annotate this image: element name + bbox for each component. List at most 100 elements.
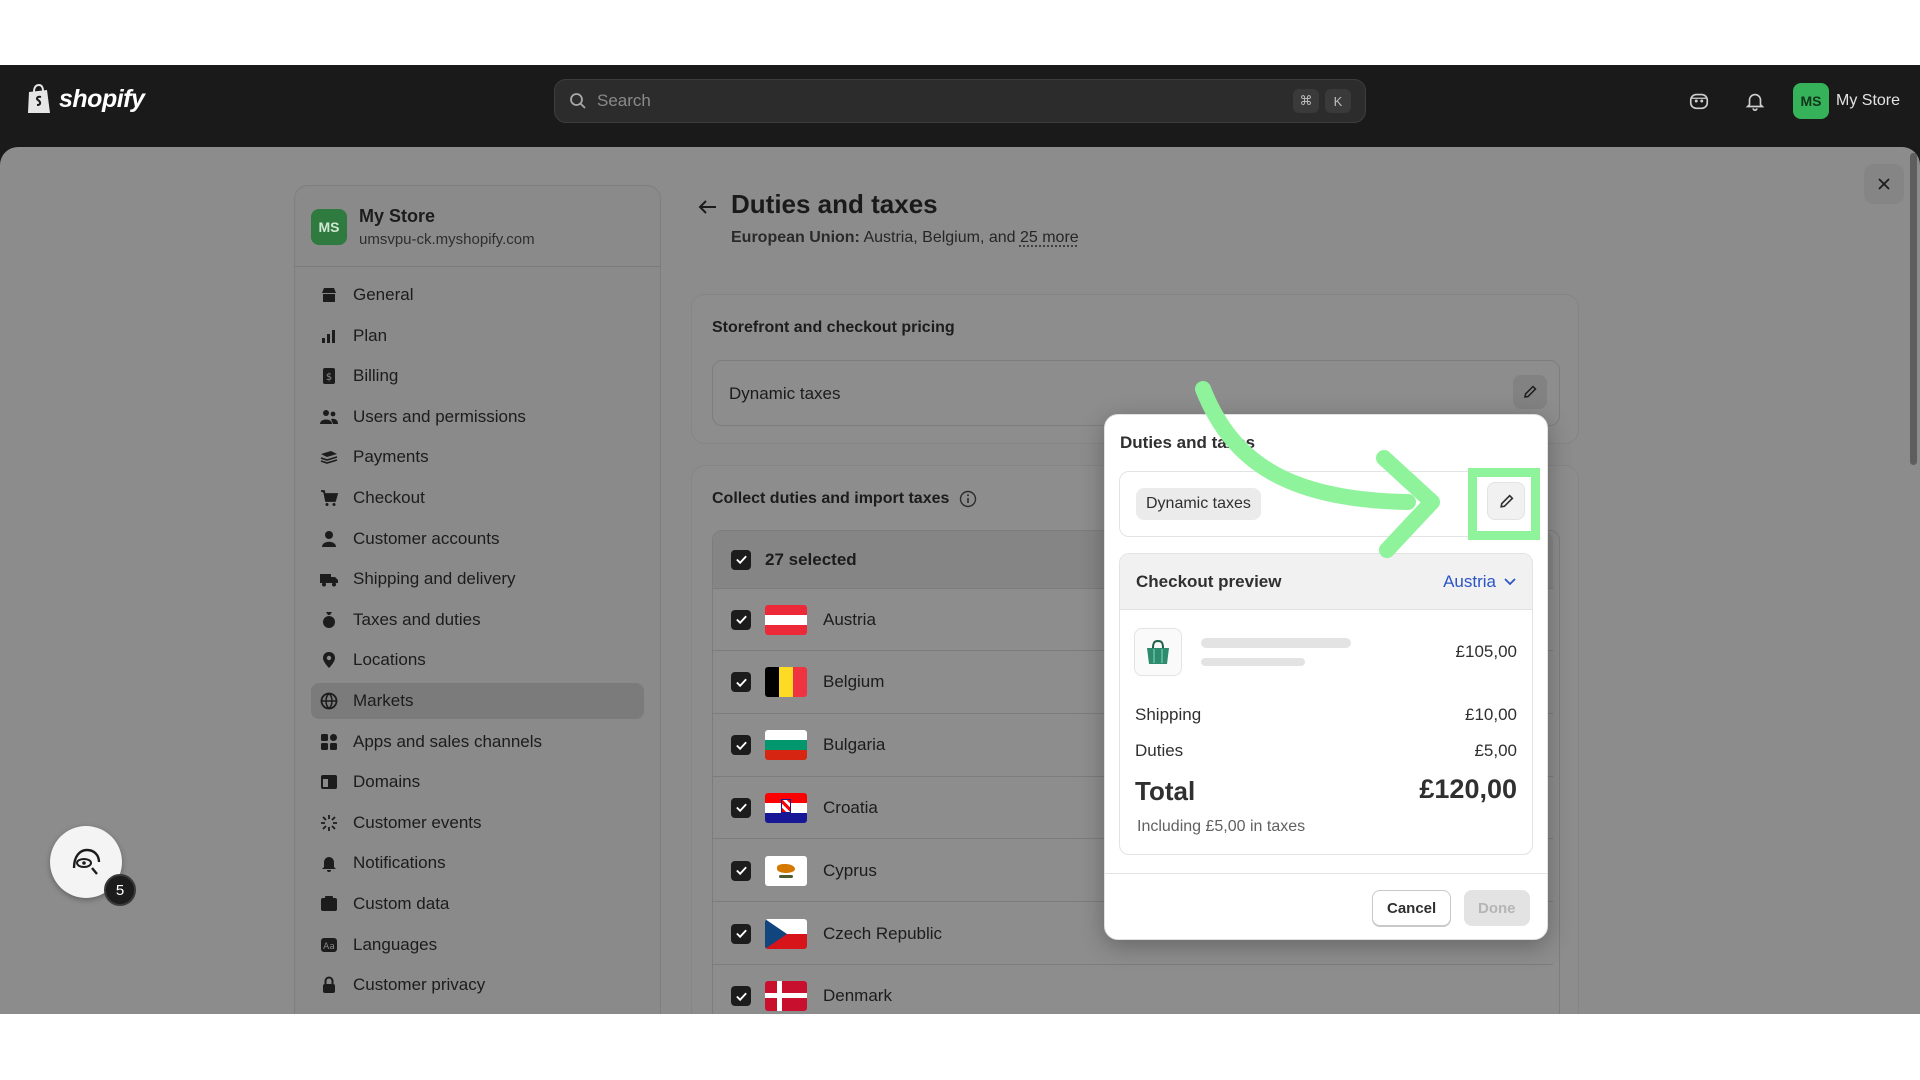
sidebar-item-notifications[interactable]: Notifications — [311, 845, 644, 881]
country-checkbox[interactable] — [731, 735, 751, 756]
country-checkbox[interactable] — [731, 797, 751, 818]
store-url: umsvpu-ck.myshopify.com — [359, 231, 535, 248]
lock-icon — [323, 976, 335, 994]
sidebar-item-shipping-and-delivery[interactable]: Shipping and delivery — [311, 561, 644, 597]
country-name: Belgium — [823, 672, 885, 692]
preview-country: Austria — [1443, 571, 1496, 591]
selected-count: 27 selected — [765, 549, 857, 569]
product-thumbnail — [1134, 628, 1182, 676]
sidebar-item-locations[interactable]: Locations — [311, 642, 644, 678]
shopping-bag-icon — [1147, 639, 1169, 664]
sidebar-item-domains[interactable]: Domains — [311, 764, 644, 800]
cancel-button[interactable]: Cancel — [1372, 890, 1452, 926]
country-name: Croatia — [823, 797, 878, 817]
person-icon — [322, 530, 336, 547]
country-checkbox[interactable] — [731, 860, 751, 881]
sidebar-item-label: Shipping and delivery — [353, 569, 516, 589]
shipping-label: Shipping — [1135, 705, 1202, 724]
preview-label: Checkout preview — [1136, 571, 1282, 591]
sidebar-item-languages[interactable]: Aa Languages — [311, 927, 644, 963]
languages-icon: Aa — [321, 937, 337, 952]
notifications-bell-icon[interactable] — [1742, 88, 1768, 114]
sidebar-item-label: General — [353, 285, 414, 304]
sidebar-item-billing[interactable]: $ Billing — [311, 358, 644, 394]
tax-icon — [323, 611, 335, 628]
check-icon — [735, 615, 747, 625]
duties-label: Duties — [1135, 741, 1184, 760]
sidebar-item-users-and-permissions[interactable]: Users and permissions — [311, 399, 644, 435]
sidekick-icon[interactable] — [1686, 88, 1712, 114]
sidebar-item-label: Users and permissions — [353, 406, 526, 426]
sidebar-item-apps-and-sales-channels[interactable]: Apps and sales channels — [311, 724, 644, 760]
total-label: Total — [1135, 776, 1196, 806]
sidebar-item-custom-data[interactable]: Custom data — [311, 886, 644, 922]
subtitle-region: European Union: — [731, 229, 860, 246]
check-icon — [735, 992, 747, 1001]
shopify-logo[interactable]: shopify — [25, 83, 145, 115]
shortcut-cmd: ⌘ — [1293, 89, 1319, 113]
done-button[interactable]: Done — [1464, 890, 1530, 926]
sidebar-item-payments[interactable]: Payments — [311, 439, 644, 475]
sidebar-item-customer-events[interactable]: Customer events — [311, 805, 644, 841]
country-name: Bulgaria — [823, 735, 886, 755]
sidebar-item-markets[interactable]: Markets — [311, 682, 644, 719]
tax-mode-chip: Dynamic taxes — [1136, 488, 1261, 520]
edit-pricing-button[interactable] — [1513, 375, 1547, 409]
check-icon — [735, 741, 747, 750]
sidebar-item-label: Customer privacy — [353, 975, 486, 995]
flag-cyprus-icon — [765, 855, 807, 886]
sidebar-item-customer-privacy[interactable]: Customer privacy — [311, 967, 644, 1003]
sidebar-item-label: Markets — [353, 690, 414, 710]
product-title-placeholder — [1201, 638, 1351, 648]
app-frame: shopify ⌘ K MS My Store MS My Stor — [0, 65, 1920, 1014]
country-checkbox[interactable] — [731, 672, 751, 693]
search-input[interactable] — [597, 91, 1287, 111]
sidebar-item-label: Languages — [353, 934, 438, 954]
search-icon — [570, 93, 586, 109]
taxes-included-note: Including £5,00 in taxes — [1137, 818, 1306, 835]
check-icon — [735, 929, 747, 939]
flag-czech-republic-icon — [765, 918, 807, 949]
sidebar-item-customer-accounts[interactable]: Customer accounts — [311, 521, 644, 557]
preview-header: Checkout preview Austria — [1120, 554, 1532, 610]
billing-icon: $ — [323, 368, 335, 385]
total-value: £120,00 — [1419, 774, 1517, 804]
plan-icon — [322, 329, 335, 343]
flag-austria-icon — [765, 604, 807, 635]
data-icon — [321, 895, 337, 911]
sidebar-item-checkout[interactable]: Checkout — [311, 480, 644, 516]
check-icon — [735, 678, 747, 687]
globe-icon — [320, 692, 338, 710]
check-icon — [735, 866, 747, 876]
account-menu[interactable]: MS My Store — [1793, 83, 1900, 119]
flag-denmark-icon — [765, 981, 807, 1012]
close-settings-button[interactable] — [1864, 164, 1904, 204]
apps-icon — [321, 733, 337, 750]
pricing-field-value: Dynamic taxes — [729, 384, 841, 403]
more-countries-link[interactable]: 25 more — [1020, 229, 1079, 246]
sidebar-item-taxes-and-duties[interactable]: Taxes and duties — [311, 602, 644, 638]
scrollbar[interactable] — [1910, 153, 1917, 465]
sidebar-item-general[interactable]: General — [311, 277, 644, 313]
country-name: Denmark — [823, 986, 892, 1006]
country-name: Austria — [823, 609, 876, 629]
sidebar-item-plan[interactable]: Plan — [311, 318, 644, 354]
select-all-checkbox[interactable] — [731, 549, 751, 570]
flag-bulgaria-icon — [765, 730, 807, 761]
country-checkbox[interactable] — [731, 923, 751, 944]
preview-country-select[interactable]: Austria — [1443, 572, 1516, 592]
svg-text:Aa: Aa — [323, 942, 335, 952]
global-search[interactable]: ⌘ K — [554, 79, 1366, 123]
country-row-denmark[interactable]: Denmark — [713, 966, 1553, 1014]
pencil-icon — [1524, 385, 1537, 398]
country-checkbox[interactable] — [731, 609, 751, 630]
info-icon[interactable] — [959, 490, 977, 508]
country-checkbox[interactable] — [731, 986, 751, 1007]
store-header[interactable]: MS My Store umsvpu-ck.myshopify.com — [295, 186, 660, 267]
account-store-name: My Store — [1836, 92, 1901, 109]
shortcut-key: K — [1325, 89, 1351, 113]
back-arrow-icon[interactable] — [698, 199, 718, 220]
sidebar-item-label: Customer events — [353, 812, 482, 832]
popover-footer: Cancel Done — [1105, 873, 1547, 941]
assistant-icon — [72, 848, 101, 875]
